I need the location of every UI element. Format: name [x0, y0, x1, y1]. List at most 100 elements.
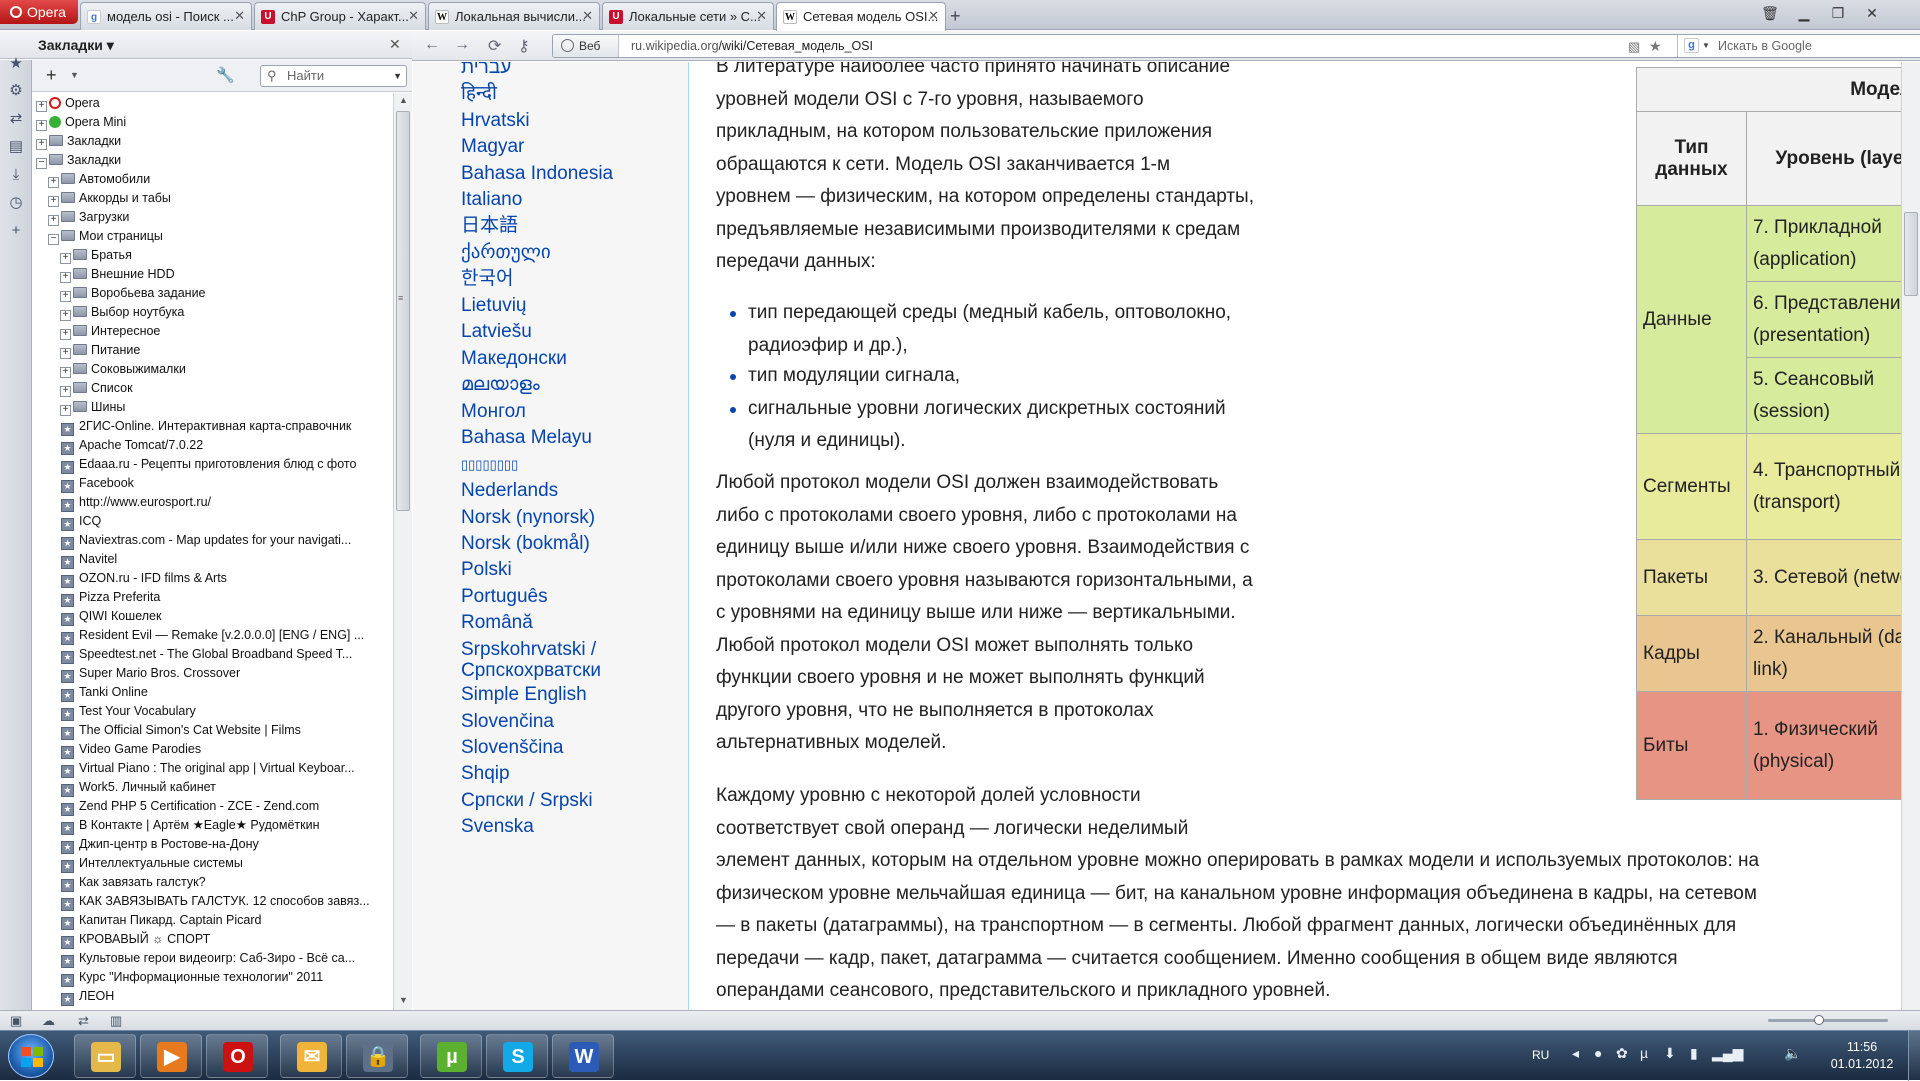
bookmark-search-input[interactable]: ⚲ Найти ▼	[260, 65, 407, 87]
bookmark-item[interactable]: ★ Apache Tomcat/7.0.22	[61, 436, 203, 455]
panel-toggle-icon[interactable]: ▣	[10, 1013, 22, 1029]
bookmark-item[interactable]: ★ Zend PHP 5 Certification - ZCE - Zend.c…	[61, 797, 319, 816]
tab-2[interactable]: U ChP Group - Характ... ✕	[254, 2, 426, 30]
bookmark-item[interactable]: ★ The Official Simon's Cat Website | Film…	[61, 721, 301, 740]
gear-icon[interactable]: ⚙	[7, 82, 25, 100]
tray-expand-icon[interactable]: ◂	[1572, 1045, 1579, 1062]
bookmark-item[interactable]: ★ 2ГИС-Online. Интерактивная карта-справо…	[61, 417, 351, 436]
add-bookmark-button[interactable]: +	[46, 65, 57, 86]
bookmark-item[interactable]: ★ Virtual Piano : The original app | Virt…	[61, 759, 355, 778]
collapse-icon[interactable]: −	[48, 234, 59, 245]
zoom-slider[interactable]	[1768, 1019, 1888, 1022]
opera-menu-button[interactable]: Opera	[0, 0, 78, 24]
wrench-icon[interactable]: 🔧	[216, 66, 235, 84]
language-link[interactable]: Shqip	[461, 762, 510, 786]
close-window-button[interactable]: ✕	[1858, 3, 1886, 23]
bookmark-item[interactable]: ★ Super Mario Bros. Crossover	[61, 664, 240, 683]
taskbar-lock-app-button[interactable]: 🔒	[346, 1034, 408, 1078]
tray-volume-icon[interactable]: 🔈	[1784, 1045, 1801, 1062]
language-link[interactable]: Српски / Srpski	[461, 789, 593, 813]
bookmark-folder[interactable]: + Братья	[60, 246, 132, 265]
language-link[interactable]: Slovenščina	[461, 736, 563, 760]
close-tab-icon[interactable]: ✕	[928, 8, 939, 24]
taskbar-utorrent-button[interactable]: µ	[420, 1034, 482, 1078]
unite-cloud-icon[interactable]: ☁	[42, 1013, 55, 1029]
language-indicator[interactable]: RU	[1532, 1048, 1549, 1062]
scrollbar-thumb[interactable]	[1904, 212, 1918, 296]
language-link[interactable]: Hrvatski	[461, 109, 530, 133]
close-tab-icon[interactable]: ✕	[234, 8, 245, 24]
language-link[interactable]: Magyar	[461, 135, 524, 159]
share-icon[interactable]: ⇄	[7, 110, 25, 128]
bookmark-item[interactable]: ★ Speedtest.net - The Global Broadband Sp…	[61, 645, 352, 664]
tray-signal-icon[interactable]: ▂▄▆	[1712, 1045, 1743, 1062]
bookmark-item[interactable]: ★ Test Your Vocabulary	[61, 702, 196, 721]
collapse-icon[interactable]: −	[36, 158, 47, 169]
language-link[interactable]: Português	[461, 585, 548, 609]
taskbar-skype-button[interactable]: S	[486, 1034, 548, 1078]
tray-messenger-icon[interactable]: ✿	[1616, 1045, 1628, 1062]
taskbar-media-player-button[interactable]: ▶	[140, 1034, 202, 1078]
close-tab-icon[interactable]: ✕	[408, 8, 419, 24]
expand-icon[interactable]: +	[36, 139, 47, 150]
close-tab-icon[interactable]: ✕	[756, 8, 767, 24]
taskbar-opera-button[interactable]: O	[206, 1034, 268, 1078]
expand-icon[interactable]: +	[60, 367, 71, 378]
tray-battery-icon[interactable]: ▮	[1690, 1045, 1698, 1062]
bookmark-folder[interactable]: + Выбор ноутбука	[60, 303, 184, 322]
bookmark-item[interactable]: ★ Джип-центр в Ростове-на-Дону	[61, 835, 259, 854]
expand-icon[interactable]: +	[48, 196, 59, 207]
taskbar-explorer-button[interactable]: ▭	[74, 1034, 136, 1078]
bookmark-item[interactable]: ★ КАК ЗАВЯЗЫВАТЬ ГАЛСТУК. 12 способов зав…	[61, 892, 370, 911]
zoom-slider-handle[interactable]	[1814, 1015, 1824, 1025]
bookmark-item[interactable]: ★ Курс "Информационные технологии" 2011	[61, 968, 323, 987]
turbo-icon[interactable]: ⇄	[78, 1013, 89, 1029]
site-badge[interactable]: Веб	[553, 35, 619, 57]
language-link[interactable]: Italiano	[461, 188, 522, 212]
scrollbar-thumb[interactable]	[396, 111, 410, 511]
expand-icon[interactable]: +	[60, 310, 71, 321]
expand-icon[interactable]: +	[60, 253, 71, 264]
expand-icon[interactable]: +	[36, 120, 47, 131]
bookmark-item[interactable]: ★ В Контакте | Артём ★Eagle★ Рудомёткин	[61, 816, 319, 835]
language-link[interactable]: Bahasa Indonesia	[461, 162, 613, 186]
bookmark-folder[interactable]: + Питание	[60, 341, 140, 360]
minimize-button[interactable]: ▁	[1790, 3, 1818, 23]
show-desktop-button[interactable]	[1908, 1031, 1920, 1081]
expand-icon[interactable]: +	[48, 215, 59, 226]
tray-app-icon[interactable]: ●	[1594, 1045, 1602, 1061]
language-link[interactable]: Bahasa Melayu	[461, 426, 592, 450]
language-link[interactable]: 日本語	[461, 214, 518, 238]
language-link[interactable]: עברית	[461, 62, 511, 80]
rss-icon[interactable]: ▧	[1628, 39, 1640, 55]
bookmark-item[interactable]: ★ Work5. Личный кабинет	[61, 778, 216, 797]
scroll-down-icon[interactable]: ▼	[399, 995, 408, 1005]
bookmark-item[interactable]: ★ Video Game Parodies	[61, 740, 201, 759]
new-tab-button[interactable]: +	[950, 6, 961, 27]
tray-utorrent-icon[interactable]: µ	[1640, 1045, 1648, 1061]
bookmark-item[interactable]: ★ ЛЕОН	[61, 987, 114, 1006]
expand-icon[interactable]: +	[60, 405, 71, 416]
bookmark-folder[interactable]: + Закладки	[36, 132, 121, 151]
reload-button[interactable]: ⟳	[488, 36, 501, 56]
bookmark-item[interactable]: ★ Как завязать галстук?	[61, 873, 206, 892]
language-link[interactable]: ▯▯▯▯▯▯▯▯	[461, 453, 518, 477]
add-panel-icon[interactable]: +	[7, 222, 25, 240]
download-icon[interactable]: ⤓	[7, 166, 25, 184]
bookmark-folder[interactable]: + Соковыжималки	[60, 360, 186, 379]
bookmark-item[interactable]: ★ Интеллектуальные системы	[61, 854, 243, 873]
web-search-input[interactable]: g ▼ Искать в Google ⚲	[1677, 35, 1920, 57]
tab-1[interactable]: g модель osi - Поиск ... ✕	[80, 2, 252, 30]
history-icon[interactable]: ◷	[7, 194, 25, 212]
trash-icon[interactable]: 🗑	[1756, 3, 1784, 23]
expand-icon[interactable]: +	[60, 272, 71, 283]
bookmark-item[interactable]: ★ Naviextras.com - Map updates for your n…	[61, 531, 351, 550]
panel-title[interactable]: Закладки ▾	[38, 37, 114, 54]
expand-icon[interactable]: +	[60, 348, 71, 359]
language-link[interactable]: Norsk (nynorsk)	[461, 506, 595, 530]
language-link[interactable]: Polski	[461, 558, 512, 582]
maximize-button[interactable]: ❐	[1824, 3, 1852, 23]
language-link[interactable]: Nederlands	[461, 479, 558, 503]
bookmark-item[interactable]: ★ Pizza Preferita	[61, 588, 160, 607]
key-icon[interactable]: ⚷	[518, 36, 530, 56]
